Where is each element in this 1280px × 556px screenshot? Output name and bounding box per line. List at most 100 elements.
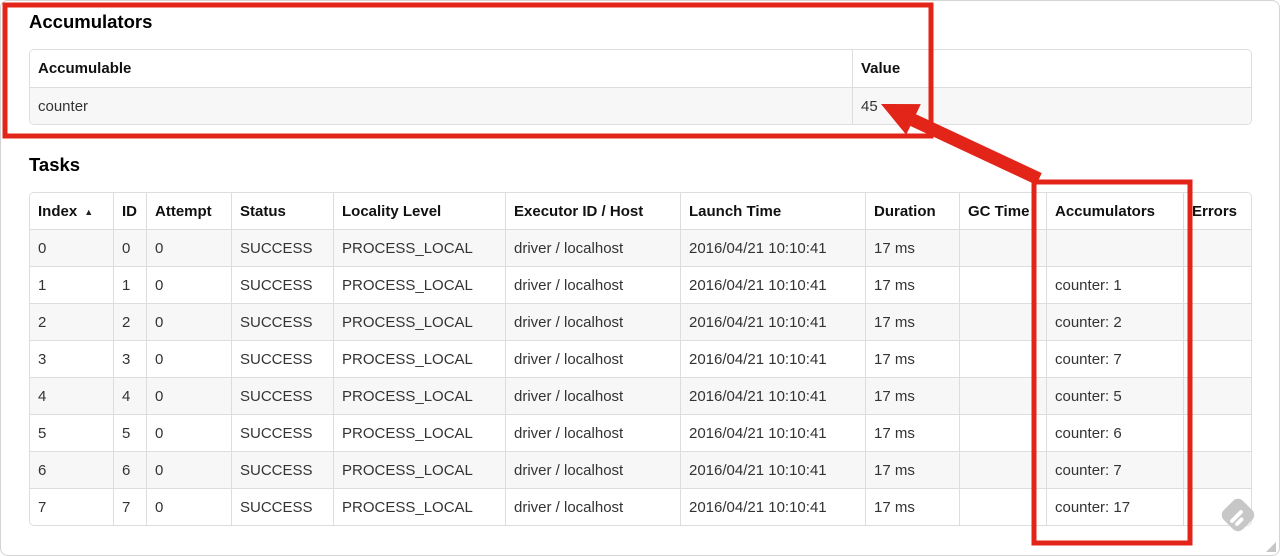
cell-id: 1 <box>113 266 146 303</box>
cell-accumulable-name: counter <box>30 87 852 124</box>
task-row: 7 7 0 SUCCESS PROCESS_LOCAL driver / localhos… <box>30 488 1251 525</box>
col-header-accumulable: Accumulable <box>30 50 852 87</box>
cell-launch-time: 2016/04/21 10:10:41 <box>680 488 865 525</box>
cell-index: 2 <box>30 303 113 340</box>
cell-launch-time: 2016/04/21 10:10:41 <box>680 340 865 377</box>
spark-ui-stage-page: Accumulators Accumulable Value counter 4… <box>0 0 1280 556</box>
col-header-launch-time[interactable]: Launch Time <box>680 193 865 229</box>
tasks-heading: Tasks <box>29 154 81 175</box>
col-header-id[interactable]: ID <box>113 193 146 229</box>
cell-gc-time <box>959 377 1046 414</box>
tasks-table-wrap: Index ▲ ID Attempt Status Locality Level … <box>29 192 1252 526</box>
cell-accumulable-value: 45 <box>852 87 1251 124</box>
cell-accumulators: counter: 1 <box>1046 266 1183 303</box>
accumulators-header-row: Accumulable Value <box>30 50 1251 87</box>
cell-locality-level: PROCESS_LOCAL <box>333 451 505 488</box>
cell-attempt: 0 <box>146 266 231 303</box>
col-header-index[interactable]: Index ▲ <box>30 193 113 229</box>
cell-errors <box>1183 266 1251 303</box>
cell-executor-id-host: driver / localhost <box>505 451 680 488</box>
cell-duration: 17 ms <box>865 414 959 451</box>
cell-executor-id-host: driver / localhost <box>505 303 680 340</box>
cell-id: 6 <box>113 451 146 488</box>
task-row: 1 1 0 SUCCESS PROCESS_LOCAL driver / localhos… <box>30 266 1251 303</box>
col-header-gc-time[interactable]: GC Time <box>959 193 1046 229</box>
cell-status: SUCCESS <box>231 229 333 266</box>
cell-duration: 17 ms <box>865 303 959 340</box>
cell-launch-time: 2016/04/21 10:10:41 <box>680 229 865 266</box>
cell-index: 5 <box>30 414 113 451</box>
cell-index: 6 <box>30 451 113 488</box>
accumulators-table-wrap: Accumulable Value counter 45 <box>29 49 1252 125</box>
cell-duration: 17 ms <box>865 488 959 525</box>
sort-ascending-icon: ▲ <box>84 206 94 217</box>
col-header-attempt[interactable]: Attempt <box>146 193 231 229</box>
col-header-duration[interactable]: Duration <box>865 193 959 229</box>
cell-launch-time: 2016/04/21 10:10:41 <box>680 377 865 414</box>
cell-locality-level: PROCESS_LOCAL <box>333 266 505 303</box>
tasks-table-body: 0 0 0 SUCCESS PROCESS_LOCAL driver / localhos… <box>30 229 1251 525</box>
cell-index: 3 <box>30 340 113 377</box>
task-row: 5 5 0 SUCCESS PROCESS_LOCAL driver / localhos… <box>30 414 1251 451</box>
task-row: 3 3 0 SUCCESS PROCESS_LOCAL driver / localhos… <box>30 340 1251 377</box>
cell-executor-id-host: driver / localhost <box>505 377 680 414</box>
resize-grip-icon[interactable] <box>1266 542 1276 552</box>
cell-status: SUCCESS <box>231 377 333 414</box>
cell-duration: 17 ms <box>865 451 959 488</box>
cell-gc-time <box>959 229 1046 266</box>
tasks-header-row: Index ▲ ID Attempt Status Locality Level … <box>30 193 1251 229</box>
cell-launch-time: 2016/04/21 10:10:41 <box>680 303 865 340</box>
cell-index: 1 <box>30 266 113 303</box>
cell-duration: 17 ms <box>865 266 959 303</box>
cell-executor-id-host: driver / localhost <box>505 340 680 377</box>
cell-gc-time <box>959 414 1046 451</box>
cell-executor-id-host: driver / localhost <box>505 414 680 451</box>
task-row: 0 0 0 SUCCESS PROCESS_LOCAL driver / localhos… <box>30 229 1251 266</box>
cell-locality-level: PROCESS_LOCAL <box>333 303 505 340</box>
col-header-accumulable-label: Accumulable <box>38 60 132 77</box>
accumulator-row: counter 45 <box>30 87 1251 124</box>
cell-status: SUCCESS <box>231 266 333 303</box>
cell-locality-level: PROCESS_LOCAL <box>333 414 505 451</box>
feedly-watermark-icon <box>1217 494 1259 541</box>
cell-accumulators: counter: 2 <box>1046 303 1183 340</box>
cell-accumulators: counter: 17 <box>1046 488 1183 525</box>
cell-executor-id-host: driver / localhost <box>505 229 680 266</box>
col-header-accumulators[interactable]: Accumulators <box>1046 193 1183 229</box>
cell-errors <box>1183 377 1251 414</box>
cell-launch-time: 2016/04/21 10:10:41 <box>680 414 865 451</box>
cell-locality-level: PROCESS_LOCAL <box>333 488 505 525</box>
cell-id: 2 <box>113 303 146 340</box>
cell-locality-level: PROCESS_LOCAL <box>333 377 505 414</box>
col-header-errors[interactable]: Errors <box>1183 193 1251 229</box>
cell-index: 7 <box>30 488 113 525</box>
page-content: Accumulators Accumulable Value counter 4… <box>1 1 1279 526</box>
task-row: 6 6 0 SUCCESS PROCESS_LOCAL driver / localhos… <box>30 451 1251 488</box>
cell-id: 5 <box>113 414 146 451</box>
cell-id: 7 <box>113 488 146 525</box>
cell-status: SUCCESS <box>231 340 333 377</box>
tasks-table: Index ▲ ID Attempt Status Locality Level … <box>30 193 1251 525</box>
cell-attempt: 0 <box>146 377 231 414</box>
cell-accumulators: counter: 7 <box>1046 451 1183 488</box>
cell-errors <box>1183 303 1251 340</box>
cell-gc-time <box>959 488 1046 525</box>
cell-errors <box>1183 414 1251 451</box>
col-header-status[interactable]: Status <box>231 193 333 229</box>
cell-launch-time: 2016/04/21 10:10:41 <box>680 451 865 488</box>
accumulators-table: Accumulable Value counter 45 <box>30 50 1251 124</box>
cell-index: 0 <box>30 229 113 266</box>
cell-executor-id-host: driver / localhost <box>505 488 680 525</box>
cell-gc-time <box>959 266 1046 303</box>
cell-attempt: 0 <box>146 340 231 377</box>
cell-errors <box>1183 340 1251 377</box>
col-header-locality-level[interactable]: Locality Level <box>333 193 505 229</box>
cell-accumulators: counter: 7 <box>1046 340 1183 377</box>
col-header-value-label: Value <box>861 60 901 77</box>
cell-gc-time <box>959 340 1046 377</box>
cell-duration: 17 ms <box>865 340 959 377</box>
cell-accumulators: counter: 6 <box>1046 414 1183 451</box>
col-header-executor-id-host[interactable]: Executor ID / Host <box>505 193 680 229</box>
cell-gc-time <box>959 451 1046 488</box>
cell-duration: 17 ms <box>865 377 959 414</box>
